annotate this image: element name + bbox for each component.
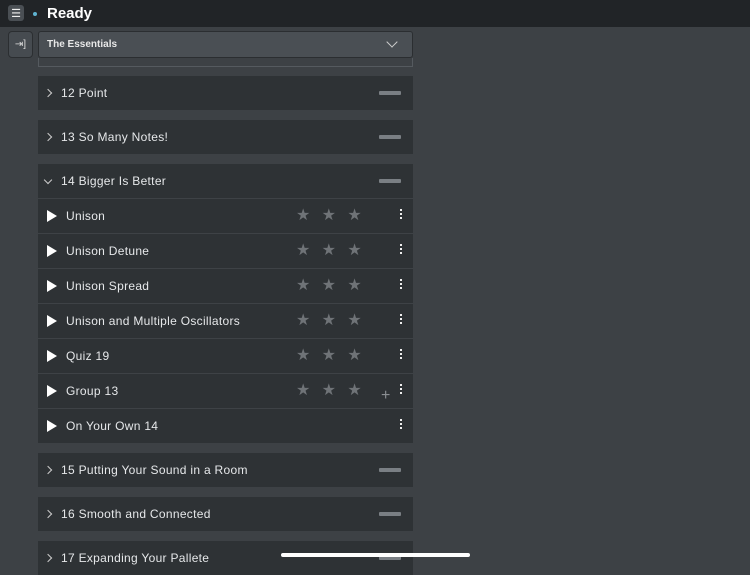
section-header[interactable]: 15 Putting Your Sound in a Room xyxy=(38,453,413,487)
section-card: 15 Putting Your Sound in a Room xyxy=(38,453,413,487)
sign-in-icon: ⇥] xyxy=(14,39,27,50)
item-title: Group 13 xyxy=(66,384,119,398)
chevron-down-icon xyxy=(386,36,398,48)
section-header[interactable]: 17 Expanding Your Pallete xyxy=(38,541,413,575)
item-title: Unison xyxy=(66,209,106,223)
section-title: 16 Smooth and Connected xyxy=(61,507,211,521)
star-rating[interactable]: ★ ★ ★ xyxy=(296,313,362,329)
section-header[interactable]: 14 Bigger Is Better xyxy=(38,164,413,198)
star-rating[interactable]: ★ ★ ★ xyxy=(296,383,362,399)
top-bar: ☰ Ready xyxy=(0,0,750,27)
star-icon[interactable]: ★ xyxy=(322,348,337,364)
dropdown-subpanel xyxy=(38,58,413,67)
list-item[interactable]: Group 13 ★ ★ ★ + xyxy=(38,373,413,408)
more-options-icon[interactable] xyxy=(400,419,403,429)
section-header[interactable]: 12 Point xyxy=(38,76,413,110)
hamburger-icon: ☰ xyxy=(11,7,21,20)
more-options-icon[interactable] xyxy=(400,349,403,359)
section-header[interactable]: 13 So Many Notes! xyxy=(38,120,413,154)
progress-dash xyxy=(379,91,401,95)
star-icon[interactable]: ★ xyxy=(296,278,311,294)
add-icon[interactable]: + xyxy=(381,388,391,404)
list-item[interactable]: Unison ★ ★ ★ xyxy=(38,198,413,233)
play-icon[interactable] xyxy=(47,280,57,292)
chevron-right-icon xyxy=(43,88,53,98)
section-card: 17 Expanding Your Pallete xyxy=(38,541,413,575)
progress-dash xyxy=(379,512,401,516)
more-options-icon[interactable] xyxy=(400,314,403,324)
more-options-icon[interactable] xyxy=(400,209,403,219)
menu-button[interactable]: ☰ xyxy=(8,5,24,21)
list-item[interactable]: Unison Detune ★ ★ ★ xyxy=(38,233,413,268)
section-title: 17 Expanding Your Pallete xyxy=(61,551,210,565)
progress-dash xyxy=(379,468,401,472)
section-header[interactable]: 16 Smooth and Connected xyxy=(38,497,413,531)
section-card: 12 Point xyxy=(38,76,413,110)
star-icon[interactable]: ★ xyxy=(322,243,337,259)
star-rating[interactable]: ★ ★ ★ xyxy=(296,208,362,224)
star-icon[interactable]: ★ xyxy=(347,313,362,329)
chevron-right-icon xyxy=(43,553,53,563)
library-dropdown[interactable]: The Essentials xyxy=(38,31,413,58)
home-indicator[interactable] xyxy=(281,553,470,557)
list-item[interactable]: Unison and Multiple Oscillators ★ ★ ★ xyxy=(38,303,413,338)
status-dot xyxy=(33,12,37,16)
play-icon[interactable] xyxy=(47,350,57,362)
list-item[interactable]: On Your Own 14 xyxy=(38,408,413,443)
star-icon[interactable]: ★ xyxy=(296,208,311,224)
play-icon[interactable] xyxy=(47,245,57,257)
star-icon[interactable]: ★ xyxy=(322,208,337,224)
list-item[interactable]: Unison Spread ★ ★ ★ xyxy=(38,268,413,303)
star-icon[interactable]: ★ xyxy=(296,313,311,329)
library-selected: The Essentials xyxy=(47,39,118,50)
star-rating[interactable]: ★ ★ ★ xyxy=(296,243,362,259)
star-icon[interactable]: ★ xyxy=(347,243,362,259)
progress-dash xyxy=(379,179,401,183)
item-title: Unison Spread xyxy=(66,279,150,293)
star-icon[interactable]: ★ xyxy=(296,243,311,259)
star-icon[interactable]: ★ xyxy=(322,313,337,329)
section-title: 14 Bigger Is Better xyxy=(61,174,167,188)
more-options-icon[interactable] xyxy=(400,279,403,289)
section-card: 14 Bigger Is Better Unison ★ ★ ★ Unison De… xyxy=(38,164,413,443)
star-icon[interactable]: ★ xyxy=(322,278,337,294)
list-item[interactable]: Quiz 19 ★ ★ ★ xyxy=(38,338,413,373)
item-title: Quiz 19 xyxy=(66,349,110,363)
star-icon[interactable]: ★ xyxy=(347,208,362,224)
section-title: 12 Point xyxy=(61,86,108,100)
section-card: 13 So Many Notes! xyxy=(38,120,413,154)
item-title: Unison and Multiple Oscillators xyxy=(66,314,241,328)
play-icon[interactable] xyxy=(47,385,57,397)
exit-button[interactable]: ⇥] xyxy=(8,31,33,58)
star-icon[interactable]: ★ xyxy=(347,278,362,294)
more-options-icon[interactable] xyxy=(400,384,403,394)
star-rating[interactable]: ★ ★ ★ xyxy=(296,278,362,294)
play-icon[interactable] xyxy=(47,210,57,222)
star-rating[interactable]: ★ ★ ★ xyxy=(296,348,362,364)
chevron-right-icon xyxy=(43,132,53,142)
chevron-right-icon xyxy=(43,465,53,475)
chevron-right-icon xyxy=(43,509,53,519)
play-icon[interactable] xyxy=(47,420,57,432)
progress-dash xyxy=(379,135,401,139)
section-title: 15 Putting Your Sound in a Room xyxy=(61,463,248,477)
section-card: 16 Smooth and Connected xyxy=(38,497,413,531)
star-icon[interactable]: ★ xyxy=(322,383,337,399)
page-title: Ready xyxy=(47,5,93,22)
more-options-icon[interactable] xyxy=(400,244,403,254)
item-title: Unison Detune xyxy=(66,244,150,258)
star-icon[interactable]: ★ xyxy=(347,383,362,399)
chevron-down-icon xyxy=(43,175,53,184)
star-icon[interactable]: ★ xyxy=(296,348,311,364)
section-title: 13 So Many Notes! xyxy=(61,130,169,144)
play-icon[interactable] xyxy=(47,315,57,327)
star-icon[interactable]: ★ xyxy=(296,383,311,399)
item-title: On Your Own 14 xyxy=(66,419,159,433)
star-icon[interactable]: ★ xyxy=(347,348,362,364)
